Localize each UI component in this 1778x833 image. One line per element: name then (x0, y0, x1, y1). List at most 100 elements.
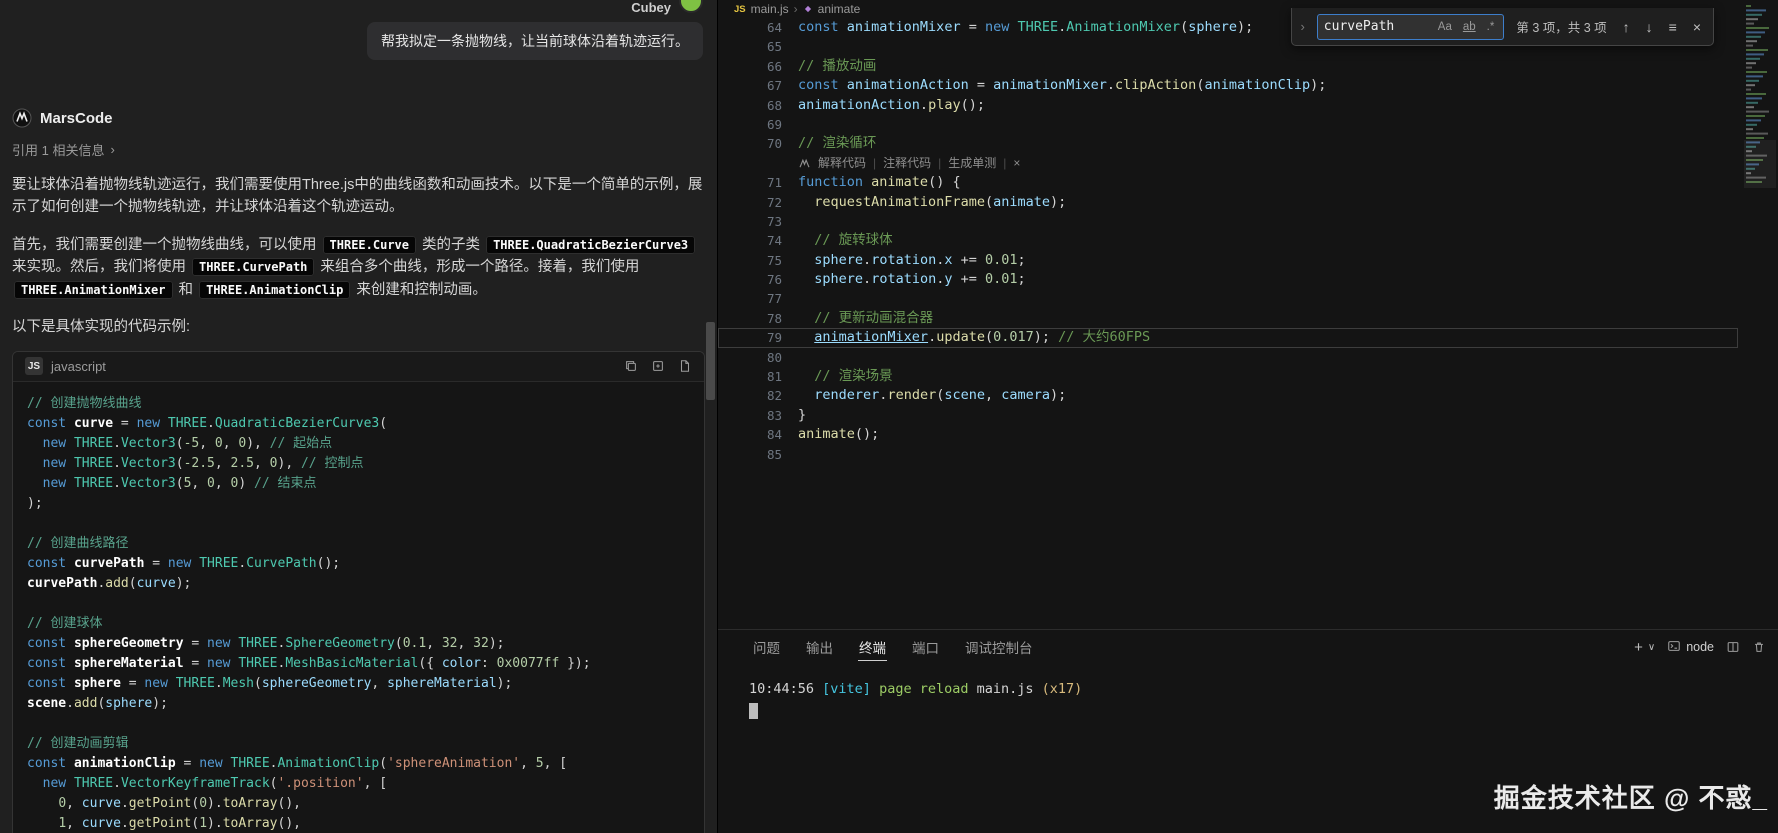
breadcrumb-file[interactable]: main.js (751, 2, 789, 16)
line-content: renderer.render(scene, camera); (798, 386, 1738, 405)
match-case-toggle[interactable]: Aa (1435, 20, 1455, 34)
chat-scrollbar[interactable] (706, 322, 715, 400)
code-token: (), (277, 815, 301, 831)
copy-code-button[interactable] (624, 359, 638, 373)
code-token: , (985, 387, 1002, 404)
line-number: 74 (766, 233, 782, 249)
find-previous-button[interactable]: ↑ (1619, 17, 1634, 37)
code-token: add (105, 575, 129, 591)
code-token: THREE (238, 635, 278, 651)
panel-tab[interactable]: 输出 (793, 630, 846, 664)
code-line: new THREE.Vector3(5, 0, 0) // 结束点 (27, 474, 690, 494)
line-number (718, 154, 798, 173)
new-terminal-button[interactable]: + (1634, 639, 1643, 656)
inline-action-button[interactable]: 注释代码 (883, 154, 931, 173)
code-token: : (481, 655, 497, 671)
code-token: requestAnimationFrame (814, 193, 985, 210)
code-token: (), (277, 795, 301, 811)
assistant-header: MarsCode (12, 108, 705, 128)
whole-word-toggle[interactable]: ab (1460, 20, 1479, 34)
code-token: THREE (73, 435, 114, 451)
inline-code-chip: THREE.CurvePath (192, 258, 315, 277)
code-line: 1, curve.getPoint(1).toArray(), (27, 814, 690, 833)
terminal-instance-item[interactable]: node (1667, 639, 1714, 656)
line-content: 解释代码 | 注释代码 | 生成单测 | × (798, 154, 1738, 173)
code-token: Mesh (222, 675, 255, 691)
user-message-bubble: 帮我拟定一条抛物线，让当前球体沿着轨迹运行。 (367, 22, 703, 60)
code-token: ). (207, 815, 223, 831)
assistant-paragraph-1: 要让球体沿着抛物线轨迹运行，我们需要使用Three.js中的曲线函数和动画技术。… (12, 177, 703, 216)
panel-tab[interactable]: 终端 (846, 630, 899, 664)
code-line: // 创建曲线路径 (27, 534, 690, 554)
code-token: getPoint (128, 815, 192, 831)
kill-terminal-button[interactable] (1752, 640, 1766, 654)
code-token: sphereGeometry (261, 675, 372, 691)
regex-toggle[interactable]: .* (1484, 20, 1498, 34)
breadcrumb-symbol[interactable]: animate (818, 2, 861, 16)
split-terminal-button[interactable] (1726, 640, 1740, 654)
find-widget: › curvePath Aa ab .* 第 3 项，共 3 项 ↑ ↓ ≡ × (1291, 8, 1714, 46)
panel-tab[interactable]: 调试控制台 (952, 630, 1046, 664)
line-content: const animationAction = animationMixer.c… (798, 76, 1738, 95)
editor-line: 84 animate(); (718, 425, 1738, 444)
code-token: MeshBasicMaterial (285, 655, 419, 671)
code-token: -2.5 (183, 455, 215, 471)
find-input[interactable]: curvePath Aa ab .* (1316, 13, 1505, 40)
reference-link[interactable]: 引用 1 相关信息 › (12, 140, 115, 159)
code-token: CurvePath (246, 555, 317, 571)
marscode-inline-actions: 解释代码 | 注释代码 | 生成单测 | × (798, 154, 1020, 173)
insert-code-button[interactable] (651, 359, 665, 373)
find-close-button[interactable]: × (1689, 17, 1705, 37)
line-number: 85 (766, 446, 782, 462)
code-token: clipAction (1115, 77, 1197, 94)
separator: | (938, 155, 942, 170)
code-token: THREE (167, 415, 208, 431)
inline-action-button[interactable]: 生成单测 (948, 154, 996, 173)
panel-tab[interactable]: 端口 (899, 630, 952, 664)
editor-line: 81 // 渲染场景 (718, 367, 1738, 386)
minimap[interactable] (1744, 2, 1776, 422)
code-token: sphere (814, 251, 864, 268)
panel-tab[interactable]: 问题 (740, 630, 793, 664)
code-token: ; (1017, 251, 1026, 268)
find-next-button[interactable]: ↓ (1642, 17, 1657, 37)
terminal-output[interactable]: 10:44:56 [vite] page reload main.js (x17… (718, 664, 1778, 719)
code-token: new (144, 675, 176, 691)
find-in-selection-button[interactable]: ≡ (1665, 17, 1681, 37)
code-token: getPoint (128, 795, 192, 811)
inline-code-chip: THREE.AnimationMixer (14, 280, 173, 299)
line-number: 81 (766, 369, 782, 385)
inline-close-button[interactable]: × (1013, 154, 1020, 173)
code-token: ); (1236, 19, 1254, 35)
code-token: . (919, 96, 929, 113)
code-token: += (952, 251, 986, 268)
symbol-method-icon (803, 4, 813, 14)
watermark: 掘金技术社区 @ 不惑_ (1493, 783, 1768, 813)
code-token: // 创建曲线路径 (27, 535, 129, 551)
code-line: 0, curve.getPoint(0).toArray(), (27, 794, 690, 814)
find-toggle-replace-chevron-icon[interactable]: › (1296, 19, 1308, 34)
code-token: , (457, 635, 474, 651)
code-block-header: JS javascript (13, 351, 704, 382)
terminal-profile-chevron-icon[interactable]: ∨ (1648, 642, 1655, 653)
code-token: = (113, 415, 137, 431)
code-token: update (936, 329, 985, 346)
line-content: animationMixer.update(0.017); // 大约60FPS (798, 328, 1738, 347)
code-token: AnimationClip (277, 755, 380, 771)
minimap-viewport[interactable] (1744, 140, 1776, 188)
new-file-button[interactable] (678, 359, 692, 373)
code-token: THREE (73, 475, 114, 491)
editor-line: 68 animationAction.play(); (718, 96, 1738, 115)
code-token: // 渲染场景 (814, 368, 893, 385)
code-token: render (887, 387, 937, 404)
code-token: = (960, 19, 985, 35)
code-token: ( (175, 455, 184, 471)
code-token: (x17) (1041, 681, 1083, 697)
line-content (798, 348, 1738, 367)
inline-action-button[interactable]: 解释代码 (818, 154, 866, 173)
code-token: curvePath (73, 555, 145, 571)
code-token: } (798, 406, 807, 423)
